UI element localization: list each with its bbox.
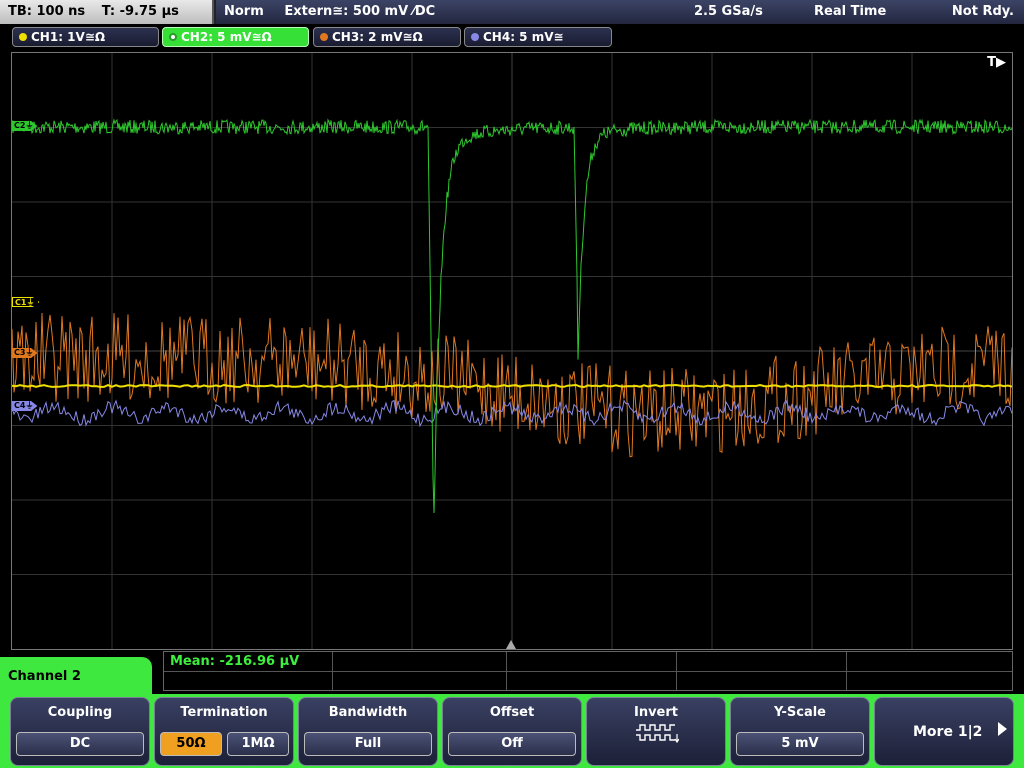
ch4-label: CH4: 5 mV≅ [483,30,564,44]
bandwidth-label: Bandwidth [328,705,408,720]
termination-1mohm-option[interactable]: 1MΩ [227,732,289,756]
trigger-mode: Norm [224,4,264,19]
tab-ch1[interactable]: CH1: 1V≅Ω [12,27,159,47]
arrow-right-icon [998,722,1007,736]
measurement-divider [332,652,333,690]
offset-value[interactable]: Off [448,732,576,756]
invert-label: Invert [633,705,678,720]
measurement-divider [846,652,847,690]
yscale-label: Y-Scale [773,705,826,720]
ch1-label: CH1: 1V≅Ω [31,30,106,44]
bandwidth-value[interactable]: Full [304,732,432,756]
more-softkey[interactable]: More 1|2 [874,697,1014,766]
offset-softkey[interactable]: Offset Off [442,697,582,766]
coupling-softkey[interactable]: Coupling DC [10,697,150,766]
termination-softkey[interactable]: Termination 50Ω 1MΩ [154,697,294,766]
measurement-divider [676,652,677,690]
tab-ch4[interactable]: CH4: 5 mV≅ [464,27,612,47]
ch3-label: CH3: 2 mV≅Ω [332,30,423,44]
ch3-color-icon [320,33,328,41]
ch4-color-icon [471,33,479,41]
tab-ch3[interactable]: CH3: 2 mV≅Ω [313,27,461,47]
acquisition-readout[interactable]: 2.5 GSa/s Real Time Not Rdy. [676,0,1024,24]
invert-softkey[interactable]: Invert [586,697,726,766]
horizontal-center-marker [506,640,516,649]
trigger-position-marker[interactable]: T▶ [987,55,1006,70]
termination-label: Termination [180,705,268,720]
trigger-status: Not Rdy. [951,4,1014,19]
menu-title: Channel 2 [0,657,152,697]
ch1-color-icon [19,33,27,41]
invert-waveform-icon [636,724,679,744]
coupling-value[interactable]: DC [16,732,144,756]
trigger-source: Extern≅: 500 mV ⁄DC [284,4,436,19]
tab-ch2[interactable]: CH2: 5 mV≅Ω [162,27,309,47]
coupling-label: Coupling [47,705,113,720]
timebase-readout[interactable]: TB: 100 ns T: -9.75 µs [0,0,214,24]
graticule-grid [12,53,1012,649]
bandwidth-softkey[interactable]: Bandwidth Full [298,697,438,766]
trigger-time-value: T: -9.75 µs [101,4,179,19]
measurement-divider [164,671,1012,672]
yscale-value[interactable]: 5 mV [736,732,864,756]
measurement-divider [506,652,507,690]
measurement-panel: Mean: -216.96 µV [163,651,1013,691]
yscale-softkey[interactable]: Y-Scale 5 mV [730,697,870,766]
more-label: More 1|2 [913,724,983,740]
waveform-display[interactable]: T▶ [11,52,1013,650]
mean-measurement: Mean: -216.96 µV [170,654,300,669]
ch2-label: CH2: 5 mV≅Ω [181,30,272,44]
status-bar: TB: 100 ns T: -9.75 µs Norm Extern≅: 500… [0,0,1024,24]
offset-label: Offset [489,705,535,720]
sample-rate: 2.5 GSa/s [694,4,763,19]
termination-50ohm-option[interactable]: 50Ω [160,732,222,756]
timebase-value: TB: 100 ns [8,4,86,19]
waveform-canvas [12,53,1012,649]
ch2-color-icon [169,33,177,41]
acquisition-mode: Real Time [814,4,887,19]
trigger-readout[interactable]: Norm Extern≅: 500 mV ⁄DC [216,0,676,24]
